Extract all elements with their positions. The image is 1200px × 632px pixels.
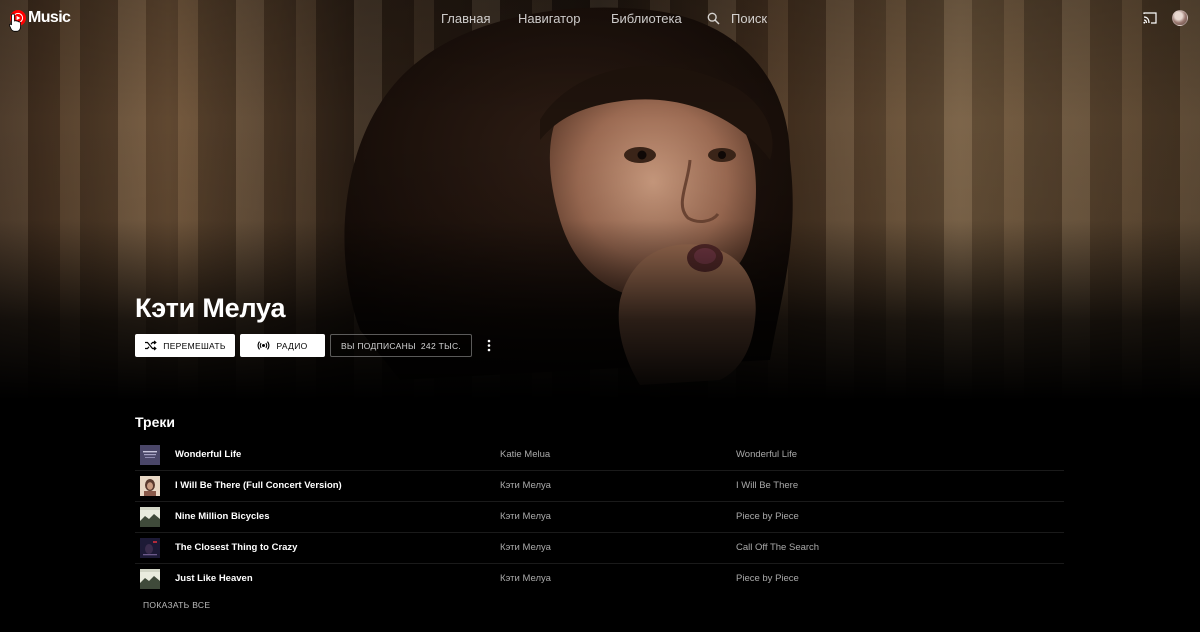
track-title[interactable]: Nine Million Bicycles: [175, 511, 270, 522]
more-options-icon[interactable]: [484, 338, 494, 353]
track-album[interactable]: Wonderful Life: [736, 449, 797, 460]
track-artist[interactable]: Кэти Мелуа: [500, 511, 551, 522]
track-thumbnail: [140, 476, 160, 496]
track-row[interactable]: I Will Be There (Full Concert Version) К…: [135, 471, 1064, 502]
track-row[interactable]: Wonderful Life Katie Melua Wonderful Lif…: [135, 440, 1064, 471]
track-title[interactable]: I Will Be There (Full Concert Version): [175, 480, 342, 491]
main-nav: Главная Навигатор Библиотека Поиск: [0, 0, 1200, 36]
track-artist[interactable]: Кэти Мелуа: [500, 573, 551, 584]
track-row[interactable]: Just Like Heaven Кэти Мелуа Piece by Pie…: [135, 564, 1064, 595]
nav-explore[interactable]: Навигатор: [518, 11, 580, 26]
artist-page: Music Главная Навигатор Библиотека Поиск: [0, 0, 1200, 632]
tracks-list: Wonderful Life Katie Melua Wonderful Lif…: [135, 440, 1064, 595]
subscribed-label: ВЫ ПОДПИСАНЫ: [340, 340, 416, 351]
nav-library[interactable]: Библиотека: [611, 11, 682, 26]
search-label: Поиск: [731, 11, 768, 26]
cast-icon[interactable]: [1143, 11, 1157, 25]
nav-search[interactable]: Поиск: [707, 11, 767, 26]
track-album[interactable]: Piece by Piece: [736, 511, 799, 522]
track-album[interactable]: Call Off The Search: [736, 542, 819, 553]
shuffle-button[interactable]: ПЕРЕМЕШАТЬ: [135, 334, 235, 357]
track-title[interactable]: Wonderful Life: [175, 449, 241, 460]
track-thumbnail: [140, 445, 160, 465]
shuffle-icon: [145, 340, 158, 351]
track-row[interactable]: The Closest Thing to Crazy Кэти Мелуа Ca…: [135, 533, 1064, 564]
top-navigation-bar: Music Главная Навигатор Библиотека Поиск: [0, 0, 1200, 36]
subscriber-count: 242 ТЫС.: [420, 340, 462, 351]
track-album[interactable]: Piece by Piece: [736, 573, 799, 584]
avatar[interactable]: [1172, 10, 1188, 26]
track-thumbnail: [140, 538, 160, 558]
track-artist[interactable]: Кэти Мелуа: [500, 542, 551, 553]
show-all-button[interactable]: ПОКАЗАТЬ ВСЕ: [143, 600, 210, 610]
radio-label: РАДИО: [276, 340, 308, 351]
search-icon: [707, 12, 720, 25]
track-artist[interactable]: Кэти Мелуа: [500, 480, 551, 491]
track-thumbnail: [140, 507, 160, 527]
track-artist[interactable]: Katie Melua: [500, 449, 550, 460]
hand-cursor-icon: [9, 13, 21, 32]
subscribed-button[interactable]: ВЫ ПОДПИСАНЫ 242 ТЫС.: [330, 334, 472, 357]
nav-home[interactable]: Главная: [441, 11, 490, 26]
track-row[interactable]: Nine Million Bicycles Кэти Мелуа Piece b…: [135, 502, 1064, 533]
shuffle-label: ПЕРЕМЕШАТЬ: [163, 340, 226, 351]
radio-icon: [258, 341, 270, 350]
artist-name: Кэти Мелуа: [135, 293, 286, 323]
track-album[interactable]: I Will Be There: [736, 480, 798, 491]
radio-button[interactable]: РАДИО: [240, 334, 325, 357]
track-thumbnail: [140, 569, 160, 589]
track-title[interactable]: Just Like Heaven: [175, 573, 253, 584]
tracks-section-title: Треки: [135, 414, 175, 430]
track-title[interactable]: The Closest Thing to Crazy: [175, 542, 297, 553]
